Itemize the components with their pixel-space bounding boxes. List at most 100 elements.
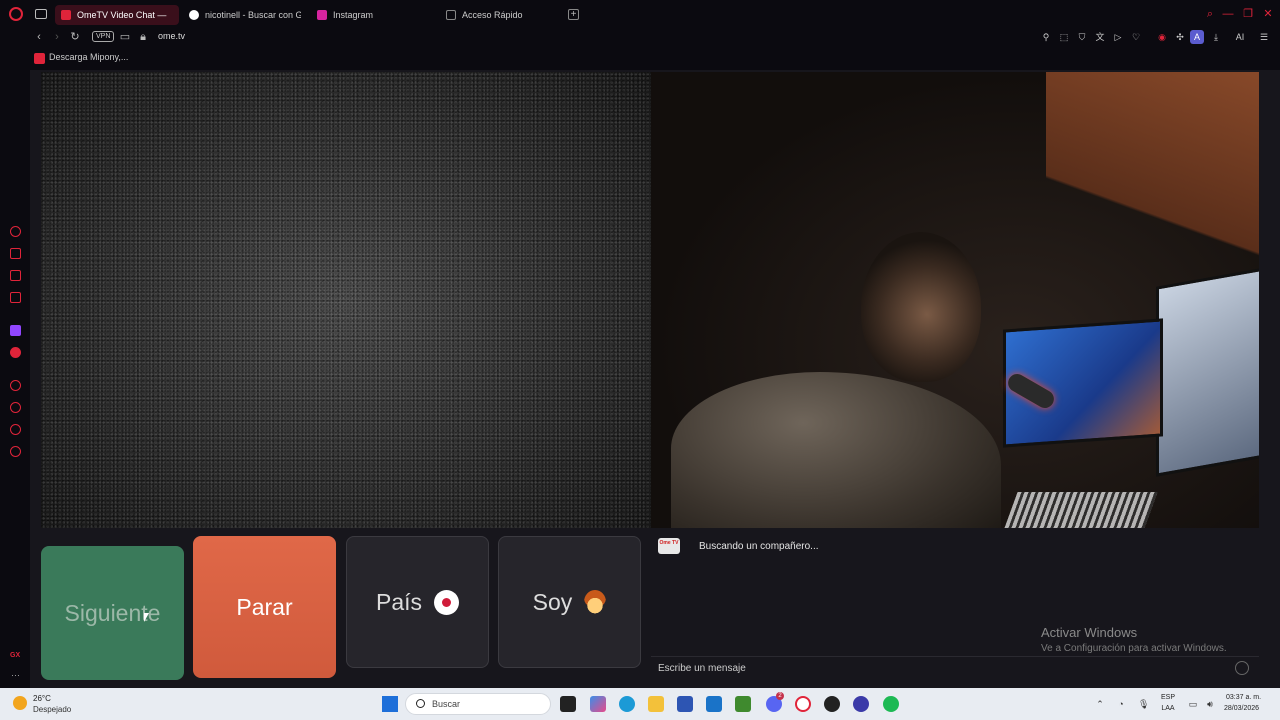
aria-ai-button[interactable]: AI: [1230, 31, 1250, 43]
heart-icon[interactable]: ♡: [1130, 31, 1142, 43]
history-icon[interactable]: [10, 402, 21, 413]
search-tabs-icon[interactable]: ⌕: [1204, 8, 1216, 20]
windows-start-icon[interactable]: [382, 696, 398, 712]
video-keyboard: [1004, 492, 1158, 528]
windows-taskbar: 26°C Despejado Buscar 2 ⌃ ◔ 🎙︎ ESP LAA ▭…: [0, 688, 1280, 720]
weather-description[interactable]: Despejado: [33, 705, 71, 714]
opera-gx-taskbar-icon[interactable]: [795, 696, 811, 712]
extension-badge-icon[interactable]: ◉: [1156, 31, 1168, 43]
tab-speed-dial[interactable]: Acceso Rápido: [440, 5, 558, 25]
messenger-icon[interactable]: [10, 270, 21, 281]
tab-instagram[interactable]: Instagram: [311, 5, 429, 25]
iam-label: Soy: [532, 588, 573, 615]
lock-icon[interactable]: 🔒︎: [136, 30, 150, 44]
discord-icon[interactable]: [10, 347, 21, 358]
extensions-sidebar-icon[interactable]: [10, 424, 21, 435]
sidebar-more-icon[interactable]: ···: [11, 670, 20, 680]
browser-tab-bar: OmeTV Video Chat — nicotinell - Buscar c…: [0, 0, 1280, 28]
close-icon[interactable]: ✕: [1262, 8, 1274, 20]
url-field[interactable]: ome.tv: [158, 31, 185, 41]
message-input[interactable]: Escribe un mensaje: [651, 656, 1259, 680]
download-icon[interactable]: ⤓: [1210, 31, 1222, 43]
stop-button[interactable]: Parar: [193, 536, 336, 678]
next-button[interactable]: Siguiente: [41, 546, 184, 680]
chat-panel: Ome TV Buscando un compañero... Activar …: [651, 528, 1259, 688]
bookmark-favicon-icon: [34, 53, 45, 64]
widgets-app-icon[interactable]: [590, 696, 606, 712]
clock-date[interactable]: 28/03/2026: [1224, 705, 1259, 712]
google-favicon-icon: [189, 10, 199, 20]
speed-dial-icon[interactable]: [10, 226, 21, 237]
edge-icon[interactable]: [619, 696, 635, 712]
volume-icon[interactable]: 🔊︎: [1205, 699, 1215, 709]
profile-avatar[interactable]: A: [1190, 30, 1204, 44]
instagram-favicon-icon: [317, 10, 327, 20]
minecraft-icon[interactable]: [735, 696, 751, 712]
forward-icon[interactable]: ›: [50, 30, 64, 44]
snapshot-icon[interactable]: ⬚: [1058, 31, 1070, 43]
mouse-cursor-icon: [144, 613, 149, 622]
clock-time[interactable]: 03:37 a. m.: [1226, 694, 1261, 701]
player-sidebar-icon[interactable]: [10, 380, 21, 391]
country-button[interactable]: País: [346, 536, 489, 668]
tab-label: nicotinell - Buscar con Go: [205, 10, 301, 20]
menu-icon[interactable]: ☰: [1258, 31, 1270, 43]
tray-app-icon[interactable]: ◔: [1116, 699, 1126, 709]
taskbar-search[interactable]: Buscar: [405, 693, 551, 715]
tab-google-search[interactable]: nicotinell - Buscar con Go: [183, 5, 301, 25]
language-bottom[interactable]: LAA: [1158, 705, 1178, 712]
opera-sidebar: GX ···: [0, 70, 30, 688]
opera-logo-icon[interactable]: [9, 7, 23, 21]
gx-label[interactable]: GX: [10, 652, 20, 659]
extensions-puzzle-icon[interactable]: ✣: [1174, 31, 1186, 43]
japan-flag-icon: [434, 589, 460, 615]
gx-corner-icon[interactable]: [10, 248, 21, 259]
network-icon[interactable]: ▭: [1188, 699, 1198, 709]
outlook-icon[interactable]: [706, 696, 722, 712]
player-icon[interactable]: ▷: [1112, 31, 1124, 43]
file-explorer-icon[interactable]: [648, 696, 664, 712]
tab-label: Acceso Rápido: [462, 10, 523, 20]
tray-chevron-icon[interactable]: ⌃: [1095, 699, 1105, 709]
activate-windows-subtitle: Ve a Configuración para activar Windows.: [1041, 643, 1227, 654]
discord-notification-badge: 2: [776, 692, 784, 700]
pin-icon[interactable]: ⚲: [1040, 31, 1052, 43]
ometv-favicon-icon: [61, 10, 71, 20]
back-icon[interactable]: ‹: [32, 30, 46, 44]
minimize-icon[interactable]: —: [1222, 8, 1234, 20]
ai-label: AI: [1235, 32, 1245, 42]
obs-taskbar-icon[interactable]: [853, 696, 869, 712]
weather-temperature[interactable]: 26°C: [33, 694, 51, 703]
gmail-icon[interactable]: [10, 292, 21, 303]
video-monitor-right: [1156, 267, 1259, 477]
language-top[interactable]: ESP: [1158, 694, 1178, 701]
stranger-video-static: [41, 72, 651, 528]
emoji-icon[interactable]: [1235, 661, 1249, 675]
tab-ometv[interactable]: OmeTV Video Chat —: [55, 5, 179, 25]
task-view-icon[interactable]: [560, 696, 576, 712]
tab-label: OmeTV Video Chat —: [77, 10, 167, 20]
bookmarks-bar: Descarga Mipony,...: [0, 50, 1280, 68]
activate-windows-title: Activar Windows: [1041, 625, 1138, 640]
spotify-icon[interactable]: [883, 696, 899, 712]
camera-icon[interactable]: ▭: [118, 30, 132, 44]
adblock-shield-icon[interactable]: ⛉: [1076, 31, 1088, 43]
tab-overview-icon[interactable]: [35, 9, 47, 19]
restore-icon[interactable]: ❐: [1242, 8, 1254, 20]
translate-icon[interactable]: 文: [1094, 31, 1106, 43]
weather-moon-icon[interactable]: [13, 696, 27, 710]
app-taskbar-icon[interactable]: [824, 696, 840, 712]
twitch-icon[interactable]: [10, 325, 21, 336]
chat-logo-text: Ome TV: [659, 540, 679, 546]
address-bar: ‹ › ↻ VPN ▭ 🔒︎ ome.tv ⚲ ⬚ ⛉ 文 ▷ ♡ ◉ ✣ ⤓ …: [0, 28, 1280, 46]
vpn-badge[interactable]: VPN: [92, 31, 115, 42]
video-person-body: [671, 372, 1001, 528]
new-tab-button[interactable]: +: [568, 9, 579, 20]
settings-icon[interactable]: [10, 446, 21, 457]
store-icon[interactable]: [677, 696, 693, 712]
reload-icon[interactable]: ↻: [68, 30, 82, 44]
gender-button[interactable]: Soy: [498, 536, 641, 668]
bookmark-item[interactable]: Descarga Mipony,...: [34, 52, 128, 64]
grid-favicon-icon: [446, 10, 456, 20]
microphone-icon[interactable]: 🎙︎: [1138, 699, 1149, 709]
